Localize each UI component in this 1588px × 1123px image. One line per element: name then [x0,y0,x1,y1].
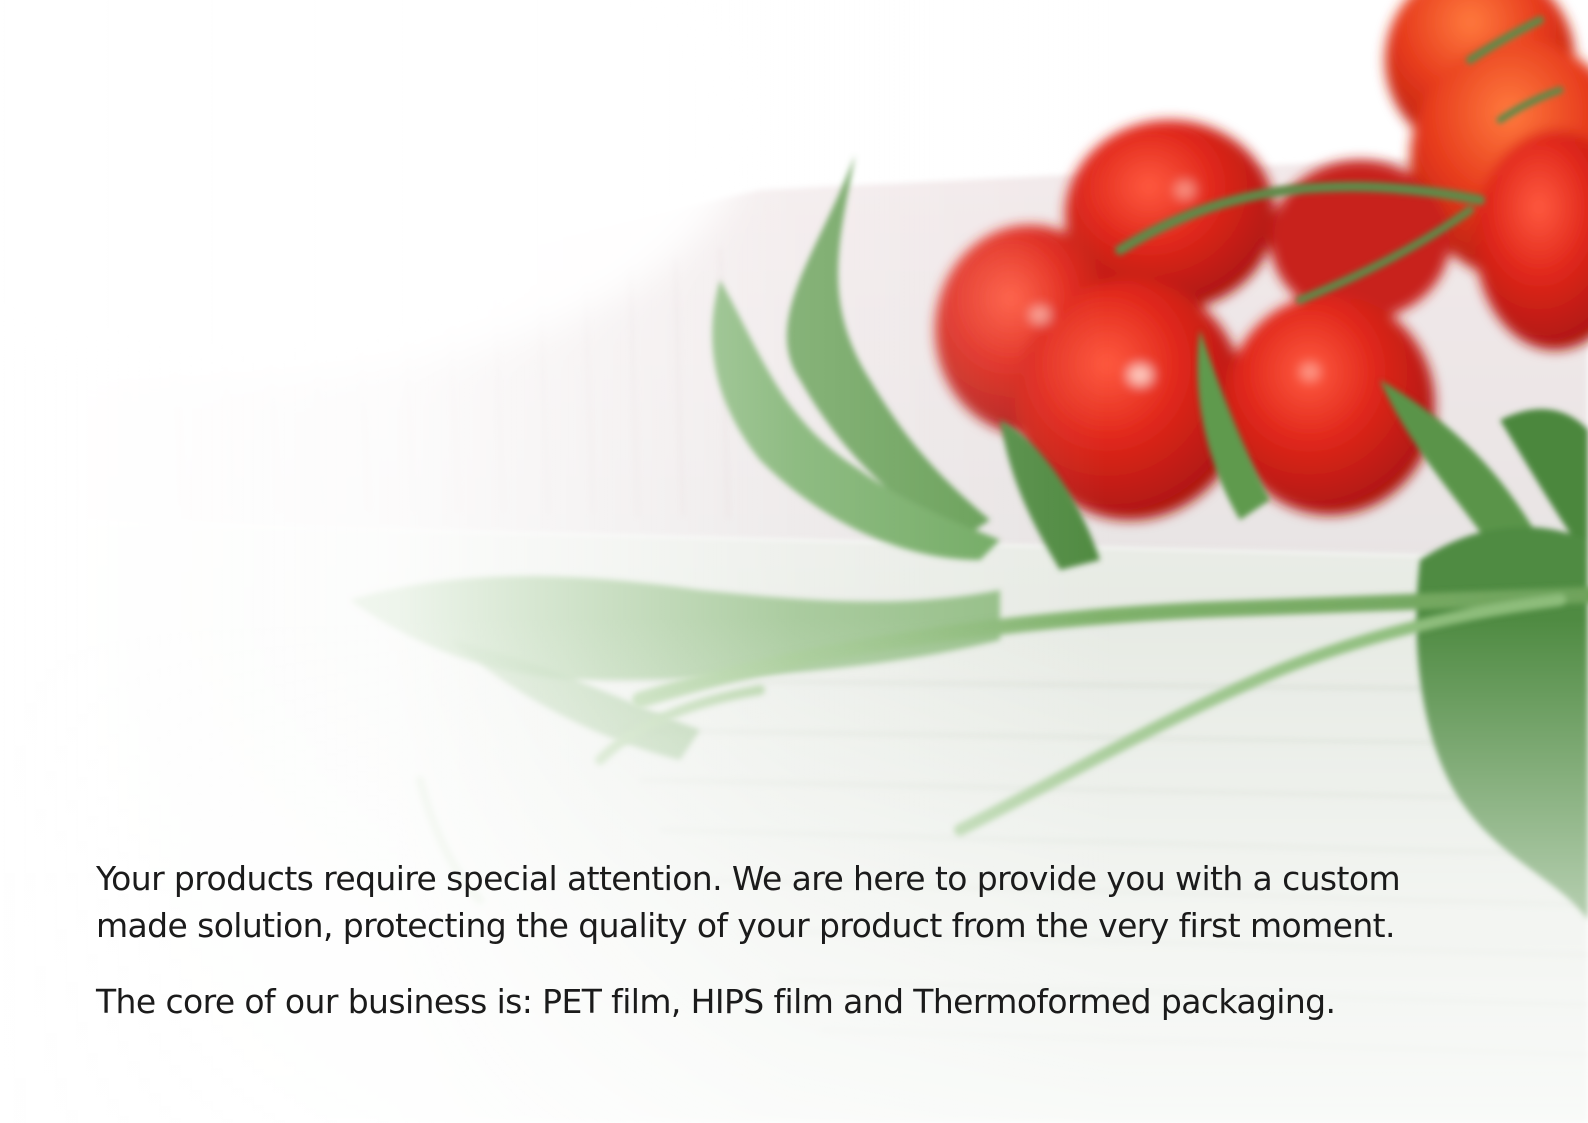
core-business-paragraph: The core of our business is: PET film, H… [96,982,1336,1021]
intro-text-block: Your products require special attention.… [96,855,1496,1025]
intro-paragraph: Your products require special attention.… [96,859,1401,945]
brochure-page: Your products require special attention.… [0,0,1588,1123]
